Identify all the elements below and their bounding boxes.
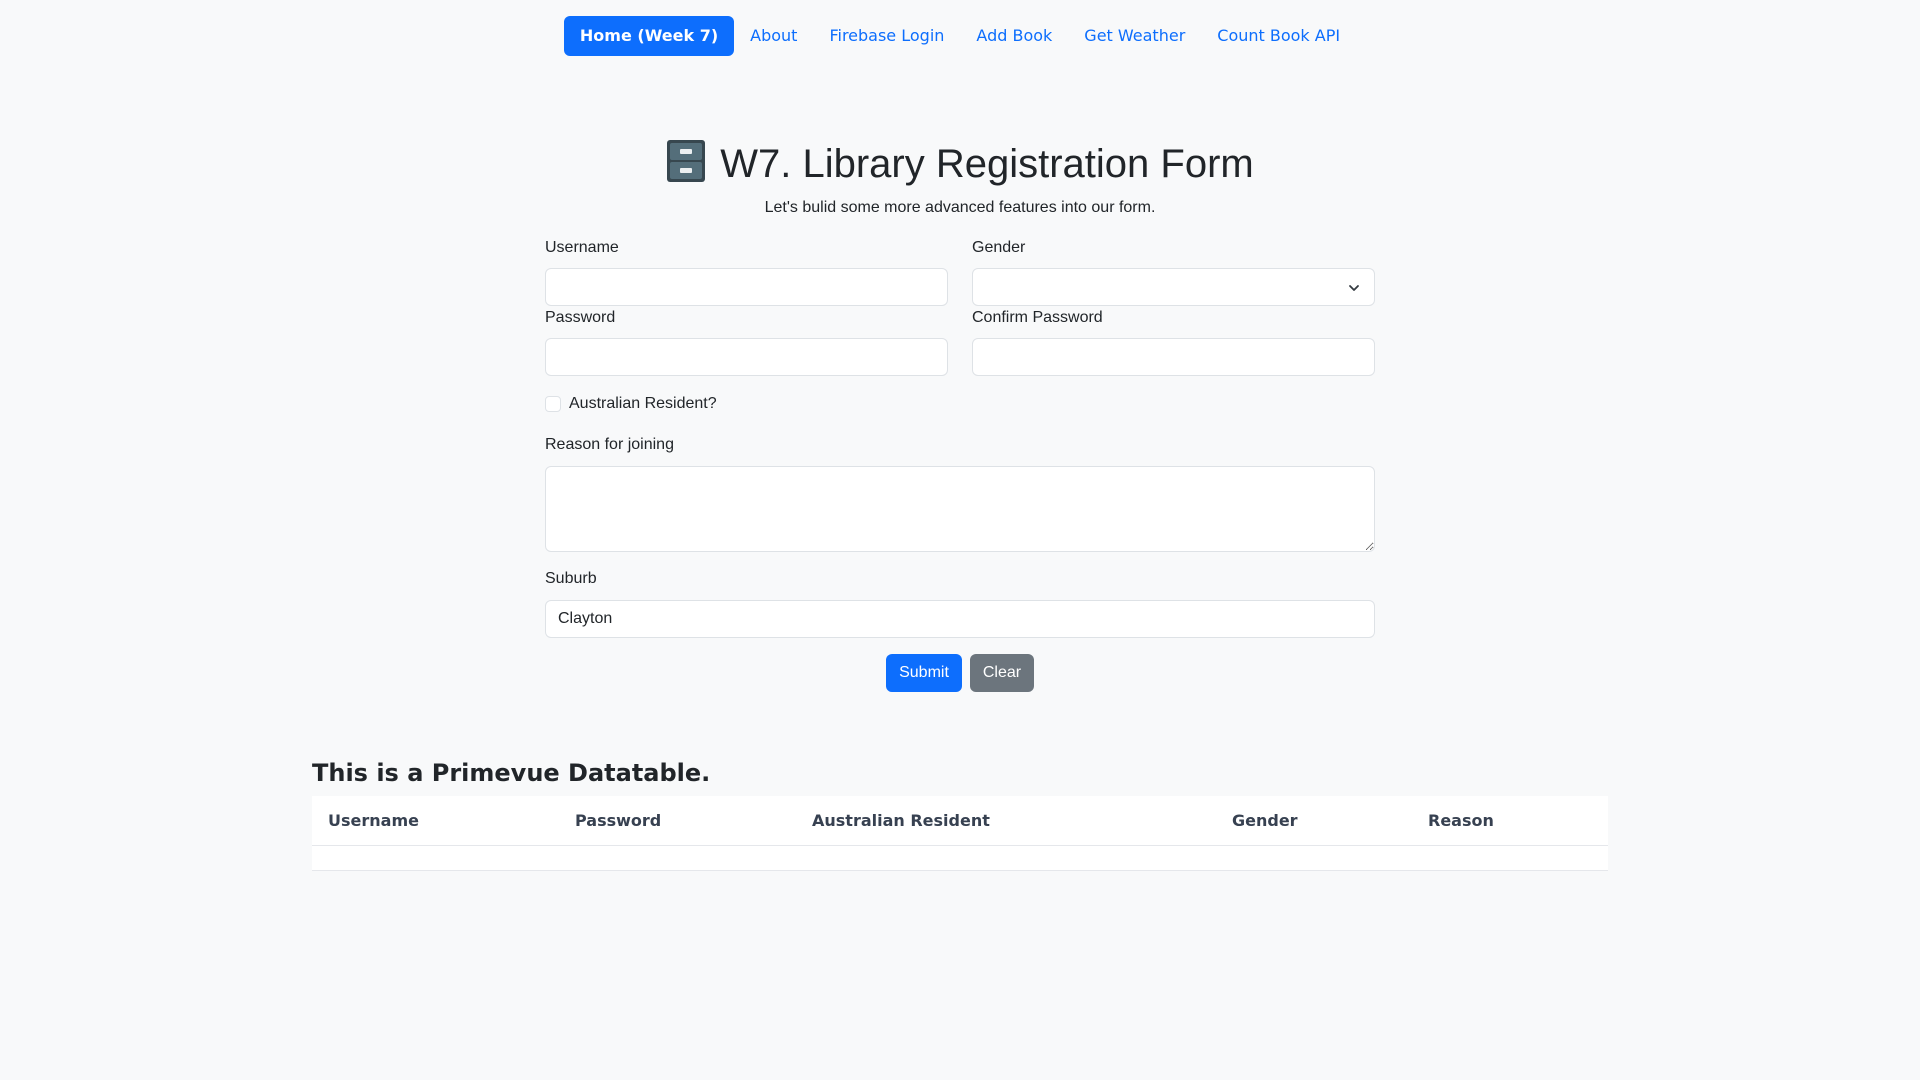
column-header-reason[interactable]: Reason <box>1428 796 1494 846</box>
suburb-label: Suburb <box>545 570 597 587</box>
gender-label: Gender <box>972 239 1026 256</box>
suburb-input[interactable] <box>545 600 1375 638</box>
table-body-empty <box>312 846 1608 871</box>
file-cabinet-icon <box>667 140 706 182</box>
username-input[interactable] <box>545 268 948 306</box>
column-header-gender[interactable]: Gender <box>1232 796 1298 846</box>
submit-button[interactable]: Submit <box>886 654 962 692</box>
reason-label: Reason for joining <box>545 436 674 453</box>
top-nav: Home (Week 7) About Firebase Login Add B… <box>0 16 1920 56</box>
page-title: W7. Library Registration Form <box>0 138 1920 190</box>
page-title-text: W7. Library Registration Form <box>720 142 1254 186</box>
confirm-password-input[interactable] <box>972 338 1375 376</box>
data-table: Username Password Australian Resident Ge… <box>312 796 1608 871</box>
column-header-australian-resident[interactable]: Australian Resident <box>812 796 990 846</box>
column-header-password[interactable]: Password <box>575 796 661 846</box>
password-label: Password <box>545 309 616 326</box>
nav-get-weather[interactable]: Get Weather <box>1068 16 1201 56</box>
nav-add-book[interactable]: Add Book <box>960 16 1068 56</box>
nav-about[interactable]: About <box>734 16 813 56</box>
nav-count-book-api[interactable]: Count Book API <box>1201 16 1356 56</box>
page-subtitle: Let's bulid some more advanced features … <box>764 199 1156 216</box>
nav-firebase-login[interactable]: Firebase Login <box>813 16 960 56</box>
chevron-down-icon <box>1349 285 1359 291</box>
password-input[interactable] <box>545 338 948 376</box>
column-header-username[interactable]: Username <box>328 796 419 846</box>
australian-resident-label: Australian Resident? <box>569 395 717 412</box>
clear-button[interactable]: Clear <box>970 654 1034 692</box>
nav-home[interactable]: Home (Week 7) <box>563 16 735 56</box>
gender-select[interactable] <box>972 268 1375 306</box>
reason-textarea[interactable] <box>545 466 1375 552</box>
confirm-password-label: Confirm Password <box>972 309 1103 326</box>
table-heading: This is a Primevue Datatable. <box>312 759 711 787</box>
table-header-row: Username Password Australian Resident Ge… <box>312 796 1608 846</box>
australian-resident-checkbox[interactable] <box>545 396 561 412</box>
username-label: Username <box>545 239 619 256</box>
